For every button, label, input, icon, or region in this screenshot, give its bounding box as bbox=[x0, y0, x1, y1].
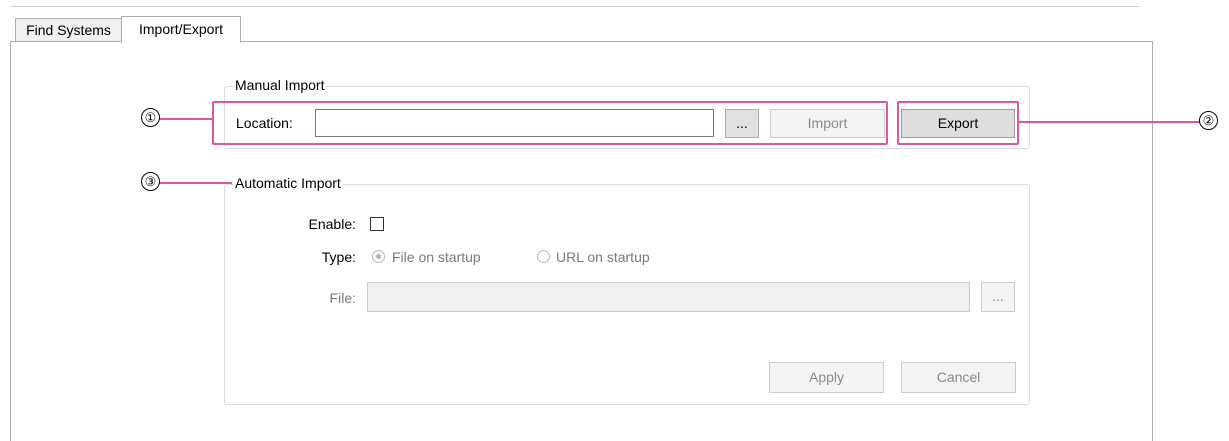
manual-import-legend: Manual Import bbox=[233, 77, 327, 93]
url-on-startup-radio[interactable] bbox=[537, 250, 550, 263]
callout-3-marker: ③ bbox=[141, 172, 160, 191]
enable-checkbox[interactable] bbox=[370, 217, 384, 231]
tab-find-systems[interactable]: Find Systems bbox=[15, 18, 122, 42]
import-button[interactable]: Import bbox=[770, 109, 885, 138]
callout-3-leader bbox=[160, 182, 232, 184]
apply-button[interactable]: Apply bbox=[769, 362, 884, 393]
location-label: Location: bbox=[236, 115, 293, 131]
callout-2-leader bbox=[1018, 121, 1200, 123]
export-button[interactable]: Export bbox=[901, 109, 1015, 138]
enable-label: Enable: bbox=[308, 216, 356, 232]
file-browse-button[interactable]: ... bbox=[981, 282, 1015, 312]
file-label: File: bbox=[329, 290, 356, 306]
url-on-startup-label[interactable]: URL on startup bbox=[556, 247, 650, 267]
file-input[interactable] bbox=[367, 282, 970, 312]
callout-2-marker: ② bbox=[1199, 111, 1218, 130]
location-browse-button[interactable]: ... bbox=[725, 109, 759, 138]
tab-import-export[interactable]: Import/Export bbox=[121, 16, 241, 43]
window-top-border bbox=[10, 6, 1139, 7]
callout-1-leader bbox=[160, 118, 213, 120]
callout-1-marker: ① bbox=[141, 108, 160, 127]
file-on-startup-label[interactable]: File on startup bbox=[392, 247, 481, 267]
type-label: Type: bbox=[321, 249, 356, 265]
automatic-import-legend: Automatic Import bbox=[233, 175, 343, 191]
cancel-button[interactable]: Cancel bbox=[901, 362, 1016, 393]
file-on-startup-radio[interactable] bbox=[372, 250, 385, 263]
location-input[interactable] bbox=[315, 109, 714, 137]
